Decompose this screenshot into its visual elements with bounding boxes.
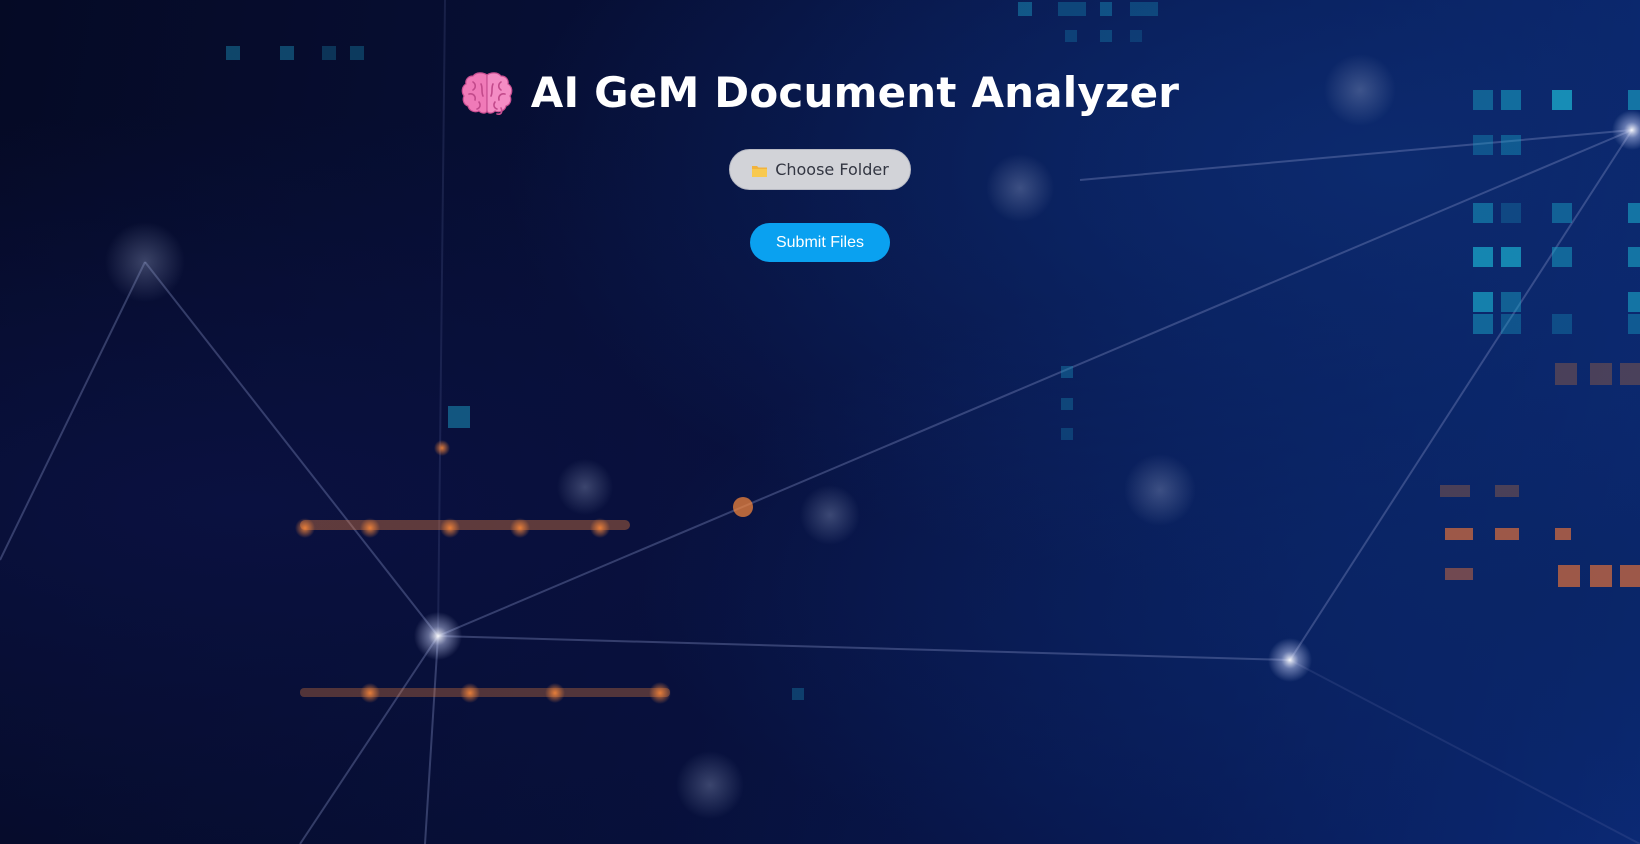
page-background: AI GeM Document Analyzer Choose Folder S… (0, 0, 1640, 844)
folder-icon (751, 163, 768, 177)
brain-icon (461, 70, 513, 116)
page-title: AI GeM Document Analyzer (530, 68, 1180, 117)
choose-folder-label: Choose Folder (775, 160, 889, 179)
header: AI GeM Document Analyzer (0, 68, 1640, 117)
submit-files-button[interactable]: Submit Files (750, 223, 890, 262)
choose-folder-button[interactable]: Choose Folder (729, 149, 911, 190)
network-background-art (0, 0, 1640, 844)
